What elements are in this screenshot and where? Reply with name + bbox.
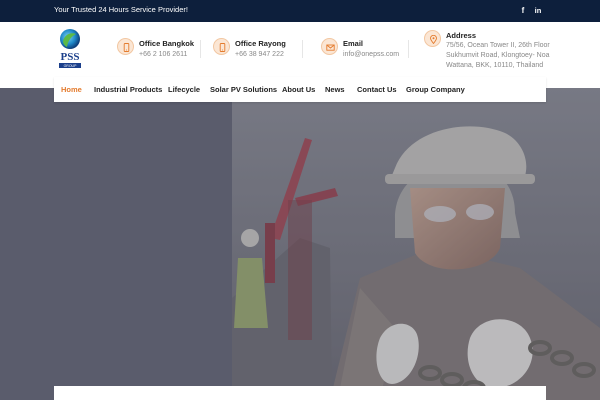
hero-overlay-panel — [0, 88, 232, 400]
nav-item-about-us[interactable]: About Us — [282, 77, 315, 102]
contact-title: Office Rayong — [235, 39, 286, 48]
nav-item-lifecycle[interactable]: Lifecycle — [168, 77, 200, 102]
facebook-icon[interactable]: f — [516, 4, 530, 18]
divider — [408, 40, 409, 58]
nav-item-industrial-products[interactable]: Industrial Products — [94, 77, 162, 102]
linkedin-icon[interactable]: in — [531, 4, 545, 18]
envelope-icon — [321, 38, 338, 55]
address-line: Sukhumvit Road, Klongtoey- Noa — [446, 52, 550, 59]
nav-item-contact-us[interactable]: Contact Us — [357, 77, 397, 102]
phone-icon — [213, 38, 230, 55]
main-nav: Home Industrial Products Lifecycle Solar… — [54, 77, 546, 102]
contact-title: Address — [446, 31, 477, 40]
email-link[interactable]: info@onepss.com — [343, 50, 399, 60]
location-pin-icon — [424, 30, 441, 47]
contact-title: Email — [343, 39, 364, 48]
divider — [200, 40, 201, 58]
nav-item-home[interactable]: Home — [61, 77, 82, 102]
tagline: Your Trusted 24 Hours Service Provider! — [54, 5, 188, 14]
address-line: 75/56, Ocean Tower II, 26th Floor — [446, 42, 550, 49]
pss-logo[interactable]: PSS GROUP — [56, 28, 84, 70]
contact-value: +66 38 947 222 — [235, 51, 284, 58]
nav-item-solar-pv-solutions[interactable]: Solar PV Solutions — [210, 77, 277, 102]
address-line: Wattana, BKK, 10110, Thailand — [446, 62, 544, 69]
divider — [302, 40, 303, 58]
content-card — [54, 386, 546, 400]
nav-item-group-company[interactable]: Group Company — [406, 77, 465, 102]
top-bar: Your Trusted 24 Hours Service Provider! … — [0, 0, 600, 22]
logo-subtext: GROUP — [64, 64, 78, 68]
hero-banner — [0, 88, 600, 400]
contact-title: Office Bangkok — [139, 39, 195, 48]
logo-mark: PSS GROUP — [59, 29, 81, 68]
logo-text: PSS — [61, 51, 80, 63]
nav-item-news[interactable]: News — [325, 77, 345, 102]
contact-value: +66 2 106 2611 — [139, 51, 188, 58]
phone-icon — [117, 38, 134, 55]
